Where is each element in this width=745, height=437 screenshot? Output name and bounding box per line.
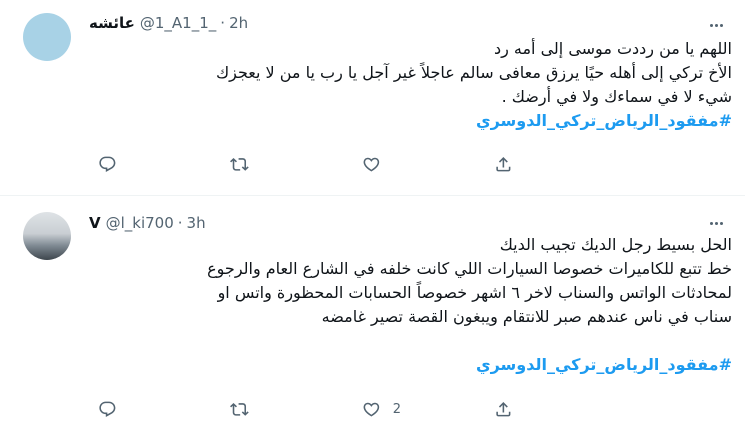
timestamp[interactable]: 2h <box>229 14 248 32</box>
tweet-text-line: الحل بسيط رجل الديك تجيب الديك <box>499 235 732 254</box>
share-button[interactable] <box>494 152 626 176</box>
tweet-text: اللهم يا من رددت موسى إلى أمه رد الأخ تر… <box>40 37 732 133</box>
like-button[interactable] <box>362 152 494 176</box>
separator-dot: · <box>220 14 226 32</box>
like-icon <box>363 157 380 172</box>
tweet-text-line: اللهم يا من رددت موسى إلى أمه رد <box>493 39 732 58</box>
retweet-icon <box>230 157 249 171</box>
reply-icon <box>99 156 116 172</box>
reply-button[interactable] <box>98 397 230 421</box>
hashtag-link[interactable]: #مفقود_الرياض_تركي_الدوسري <box>40 353 732 377</box>
tweet-header: V @l_ki700 · 3h <box>89 212 206 234</box>
display-name[interactable]: V <box>89 214 101 232</box>
tweet-text-line: شيء لا في سماءك ولا في أرضك . <box>501 87 732 106</box>
tweet[interactable]: V @l_ki700 · 3h الحل بسيط رجل الديك تجيب… <box>0 196 745 437</box>
reply-button[interactable] <box>98 152 230 176</box>
tweet-text-line: الأخ تركي إلى أهله حيًا يرزق معافى سالم … <box>215 63 732 82</box>
hashtag-link[interactable]: #مفقود_الرياض_تركي_الدوسري <box>40 109 732 133</box>
separator-dot: · <box>177 214 183 232</box>
like-count: 2 <box>392 401 402 417</box>
user-handle[interactable]: @l_ki700 <box>106 214 174 232</box>
tweet-actions: 2 <box>98 397 626 421</box>
share-button[interactable] <box>494 397 626 421</box>
share-icon <box>496 401 511 417</box>
timestamp[interactable]: 3h <box>187 214 206 232</box>
share-icon <box>496 156 511 172</box>
tweet-actions <box>98 152 626 176</box>
retweet-icon <box>230 402 249 416</box>
tweet-text-line: خط تتبع للكاميرات خصوصا السيارات اللي كا… <box>207 259 732 278</box>
retweet-button[interactable] <box>230 152 362 176</box>
display-name[interactable]: عائشه <box>89 14 135 32</box>
like-icon <box>363 402 380 417</box>
user-handle[interactable]: @1_A1_1_ <box>140 14 216 32</box>
retweet-button[interactable] <box>230 397 362 421</box>
tweet-text-line: سناب في ناس عندهم صبر للانتقام ويبغون ال… <box>321 307 732 326</box>
tweet[interactable]: عائشه @1_A1_1_ · 2h اللهم يا من رددت موس… <box>0 0 745 195</box>
reply-icon <box>99 401 116 417</box>
more-icon[interactable] <box>704 213 728 233</box>
like-button[interactable]: 2 <box>362 397 494 421</box>
tweet-text: الحل بسيط رجل الديك تجيب الديك خط تتبع ل… <box>40 233 732 377</box>
more-icon[interactable] <box>704 15 728 35</box>
tweet-text-line: لمحادثات الواتس والسناب لاخر ٦ اشهر خصوص… <box>217 283 732 302</box>
tweet-header: عائشه @1_A1_1_ · 2h <box>89 12 248 34</box>
